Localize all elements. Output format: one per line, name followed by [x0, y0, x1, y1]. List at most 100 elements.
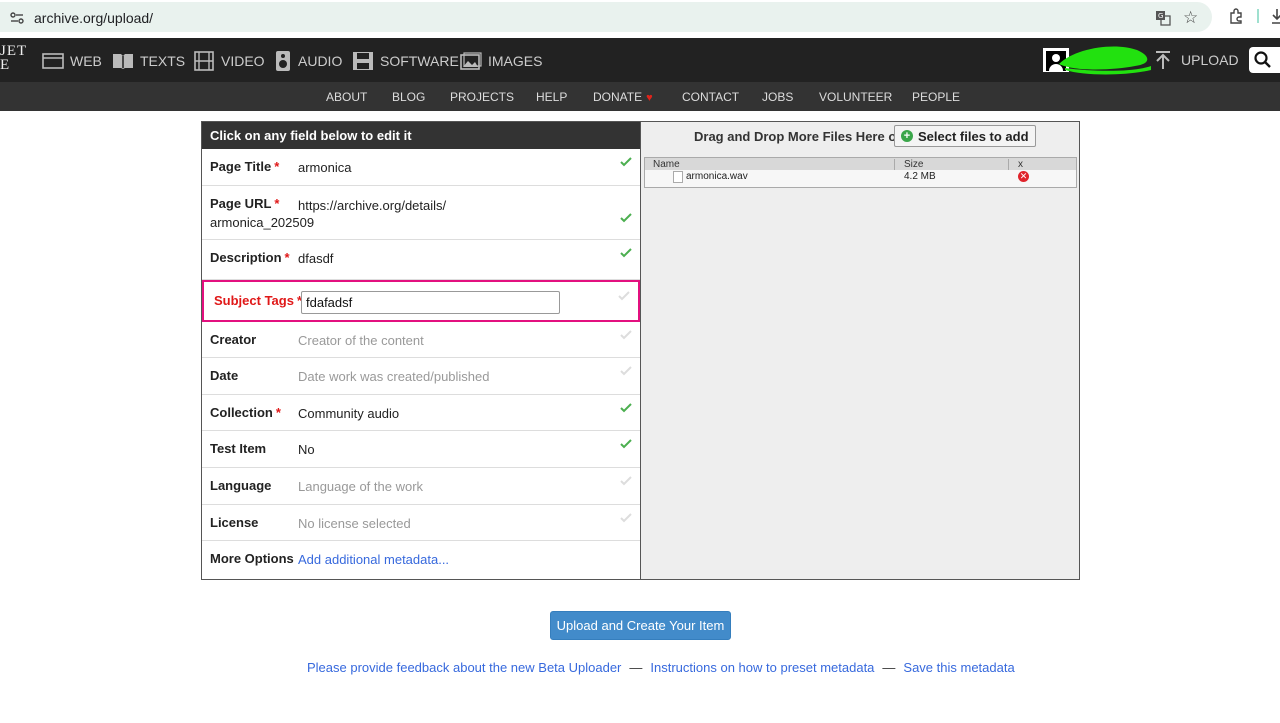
- subnav-people[interactable]: PEOPLE: [912, 90, 960, 104]
- footer-separator: —: [629, 660, 643, 675]
- column-remove: x: [1018, 159, 1023, 170]
- select-files-label: Select files to add: [918, 128, 1029, 144]
- field-page-title[interactable]: Page Title * armonica: [202, 149, 640, 186]
- subnav-help[interactable]: HELP: [536, 90, 567, 104]
- field-creator[interactable]: Creator Creator of the content: [202, 322, 640, 359]
- field-label: Creator: [210, 331, 257, 347]
- field-subject-tags[interactable]: Subject Tags *: [202, 279, 640, 322]
- nav-audio[interactable]: AUDIO: [274, 50, 342, 72]
- subnav-jobs[interactable]: JOBS: [762, 90, 793, 104]
- required-mark: *: [274, 159, 280, 174]
- field-page-url[interactable]: Page URL * https://archive.org/details/ a…: [202, 186, 640, 240]
- nav-video[interactable]: VIDEO: [193, 50, 265, 72]
- select-files-button[interactable]: + Select files to add: [894, 125, 1036, 147]
- translate-icon[interactable]: G: [1155, 10, 1171, 26]
- check-icon: [620, 512, 632, 522]
- url-value-slug[interactable]: armonica_202509: [210, 215, 314, 230]
- subnav-contact[interactable]: CONTACT: [682, 90, 739, 104]
- subnav-about[interactable]: ABOUT: [326, 90, 367, 104]
- remove-file-icon[interactable]: ✕: [1018, 171, 1029, 182]
- field-test-item[interactable]: Test Item No: [202, 431, 640, 468]
- web-icon: [42, 53, 64, 69]
- subnav-donate[interactable]: DONATE ♥: [593, 90, 653, 104]
- footer-separator: —: [882, 660, 896, 675]
- video-icon: [194, 51, 214, 71]
- field-value[interactable]: armonica: [298, 160, 351, 175]
- field-license[interactable]: License No license selected: [202, 505, 640, 542]
- field-value[interactable]: No: [298, 442, 315, 457]
- subnav-volunteer[interactable]: VOLUNTEER: [819, 90, 892, 104]
- file-icon: [673, 171, 683, 183]
- field-description[interactable]: Description * dfasdf: [202, 240, 640, 280]
- nav-texts[interactable]: TEXTS: [112, 50, 185, 72]
- nav-software[interactable]: SOFTWARE: [352, 50, 459, 72]
- check-icon: [620, 476, 632, 486]
- upload-label: UPLOAD: [1181, 52, 1239, 68]
- add-metadata-link[interactable]: Add additional metadata...: [298, 552, 449, 567]
- field-date[interactable]: Date Date work was created/published: [202, 358, 640, 395]
- field-label: More Options: [210, 551, 294, 567]
- feedback-link[interactable]: Please provide feedback about the new Be…: [307, 660, 621, 675]
- field-label: Description *: [210, 249, 290, 265]
- field-value[interactable]: Language of the work: [298, 479, 423, 494]
- software-icon: [353, 52, 373, 70]
- check-icon: [620, 403, 632, 413]
- preset-instructions-link[interactable]: Instructions on how to preset metadata: [650, 660, 874, 675]
- field-language[interactable]: Language Language of the work: [202, 468, 640, 505]
- search-input[interactable]: [1249, 47, 1280, 73]
- column-name[interactable]: Name: [653, 159, 680, 170]
- field-label: Date: [210, 368, 239, 384]
- files-panel[interactable]: Drag and Drop More Files Here or + Selec…: [641, 122, 1079, 579]
- required-mark: *: [274, 195, 280, 211]
- bookmark-star-icon[interactable]: ☆: [1183, 9, 1198, 27]
- top-navigation: JET E WEB TEXTS VIDEO AUDIO SOFTWARE IMA…: [0, 38, 1280, 82]
- field-value[interactable]: dfasdf: [298, 251, 333, 266]
- subnav-donate-label: DONATE: [593, 90, 643, 104]
- url-text[interactable]: archive.org/upload/: [34, 10, 153, 26]
- add-icon: +: [901, 130, 913, 142]
- subnav-projects[interactable]: PROJECTS: [450, 90, 514, 104]
- toolbar-divider: [1257, 9, 1259, 23]
- subject-tags-input[interactable]: [301, 290, 560, 314]
- download-icon[interactable]: [1271, 8, 1280, 24]
- check-icon: [620, 439, 632, 449]
- metadata-panel: Click on any field below to edit it Page…: [202, 122, 641, 579]
- nav-images[interactable]: IMAGES: [460, 50, 542, 72]
- upload-create-button[interactable]: Upload and Create Your Item: [550, 611, 731, 640]
- nav-software-label: SOFTWARE: [380, 53, 459, 69]
- logo-line-1: JET: [0, 43, 28, 59]
- site-logo[interactable]: JET E: [0, 43, 28, 73]
- nav-audio-label: AUDIO: [298, 53, 343, 69]
- nav-web[interactable]: WEB: [42, 50, 102, 72]
- search-icon: [1254, 51, 1271, 68]
- address-bar[interactable]: archive.org/upload/ G ☆: [0, 2, 1212, 32]
- field-label: Subject Tags *: [214, 292, 303, 308]
- svg-text:G: G: [1158, 12, 1163, 20]
- column-size[interactable]: Size: [904, 159, 923, 170]
- upload-link[interactable]: UPLOAD: [1155, 50, 1239, 70]
- required-mark: *: [284, 249, 290, 265]
- save-metadata-link[interactable]: Save this metadata: [903, 660, 1014, 675]
- url-value-prefix[interactable]: https://archive.org/details/: [298, 197, 446, 215]
- field-collection[interactable]: Collection * Community audio: [202, 395, 640, 432]
- footer-links: Please provide feedback about the new Be…: [307, 660, 1015, 675]
- heart-icon: ♥: [646, 92, 653, 104]
- field-value[interactable]: Creator of the content: [298, 333, 424, 348]
- drop-zone-text: Drag and Drop More Files Here or: [694, 129, 902, 144]
- file-table: Name Size x armonica.wav 4.2 MB ✕: [644, 157, 1077, 188]
- browser-toolbar: archive.org/upload/ G ☆: [0, 0, 1280, 36]
- check-icon: [620, 157, 632, 167]
- drop-zone-header: Drag and Drop More Files Here or + Selec…: [641, 122, 1079, 150]
- extensions-icon[interactable]: [1228, 8, 1244, 24]
- field-value[interactable]: Community audio: [298, 406, 399, 421]
- file-row[interactable]: armonica.wav 4.2 MB ✕: [645, 170, 1076, 187]
- site-info-icon[interactable]: [10, 12, 24, 24]
- subnav-blog[interactable]: BLOG: [392, 90, 425, 104]
- file-name: armonica.wav: [686, 171, 748, 182]
- field-value[interactable]: No license selected: [298, 516, 411, 531]
- audio-icon: [276, 51, 290, 71]
- upload-form: Click on any field below to edit it Page…: [201, 121, 1080, 580]
- field-value[interactable]: Date work was created/published: [298, 369, 490, 384]
- file-size: 4.2 MB: [904, 171, 936, 182]
- redaction-scribble: [1059, 46, 1151, 75]
